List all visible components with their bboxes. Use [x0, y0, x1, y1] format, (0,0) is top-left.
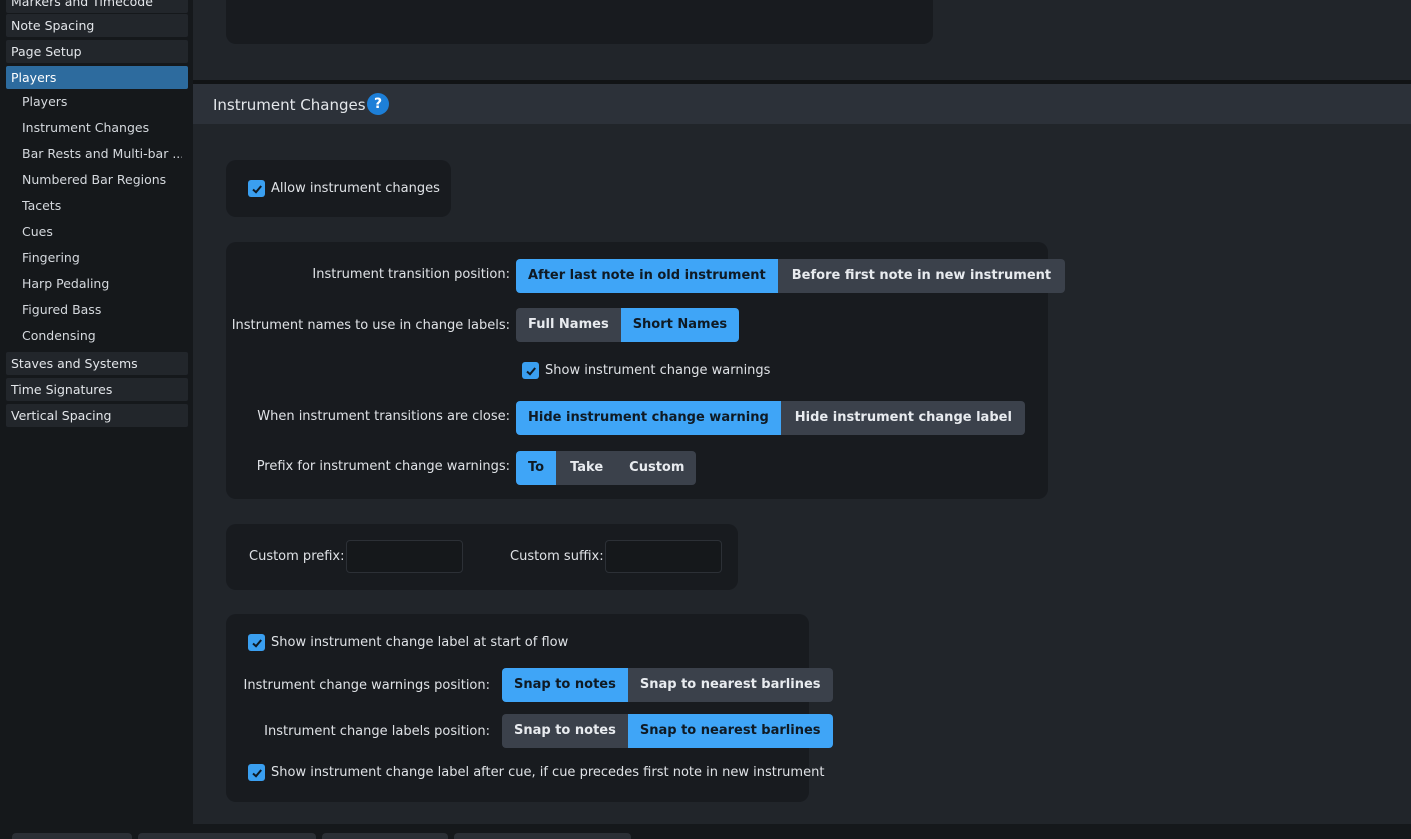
names-selector: Full Names Short Names: [516, 308, 740, 342]
prefix-selector: To Take Custom: [516, 451, 697, 485]
previous-section-panel: [226, 0, 933, 44]
labels-snap-to-barlines-button[interactable]: Snap to nearest barlines: [627, 714, 833, 748]
sidebar-subitem-players[interactable]: Players: [22, 92, 182, 112]
prefix-label: Prefix for instrument change warnings:: [256, 459, 510, 474]
allow-changes-panel: Allow instrument changes: [226, 160, 451, 217]
transition-position-selector: After last note in old instrument Before…: [516, 259, 1066, 293]
bottom-tab[interactable]: [138, 833, 316, 839]
sidebar-subitem-fingering[interactable]: Fingering: [22, 248, 182, 268]
checkmark-icon: [251, 768, 262, 778]
show-warnings-checkbox[interactable]: [522, 362, 539, 379]
sidebar-item-note-spacing[interactable]: Note Spacing: [6, 14, 188, 37]
checkmark-icon: [251, 638, 262, 648]
custom-prefix-label: Custom prefix:: [249, 549, 345, 564]
sidebar-subitem-tacets[interactable]: Tacets: [22, 196, 182, 216]
after-cue-label: Show instrument change label after cue, …: [271, 765, 825, 780]
custom-suffix-input[interactable]: [605, 540, 722, 573]
previous-section: [193, 0, 1411, 80]
start-of-flow-label: Show instrument change label at start of…: [271, 635, 569, 650]
labels-position-label: Instrument change labels position:: [264, 724, 490, 739]
warnings-snap-to-notes-button[interactable]: Snap to notes: [502, 668, 628, 702]
transition-before-first-note-button[interactable]: Before first note in new instrument: [777, 259, 1066, 293]
close-transitions-selector: Hide instrument change warning Hide inst…: [516, 401, 1025, 435]
custom-prefix-input[interactable]: [346, 540, 463, 573]
sidebar-item-markers-timecode[interactable]: Markers and Timecode: [6, 0, 188, 13]
bottom-tab[interactable]: [12, 833, 132, 839]
close-transitions-label: When instrument transitions are close:: [257, 409, 510, 424]
sidebar-subitem-numbered-bar-regions[interactable]: Numbered Bar Regions: [22, 170, 182, 190]
prefix-take-button[interactable]: Take: [556, 451, 618, 485]
label-position-panel: Show instrument change label at start of…: [226, 614, 833, 802]
prefix-to-button[interactable]: To: [516, 451, 557, 485]
transition-after-last-note-button[interactable]: After last note in old instrument: [516, 259, 778, 293]
sidebar-subitem-bar-rests[interactable]: Bar Rests and Multi-bar ...: [22, 144, 182, 164]
start-of-flow-checkbox[interactable]: [248, 634, 265, 651]
sidebar: Markers and Timecode Note Spacing Page S…: [0, 0, 193, 824]
sidebar-item-players[interactable]: Players: [6, 66, 188, 89]
allow-changes-label: Allow instrument changes: [271, 181, 440, 196]
help-icon[interactable]: ?: [367, 93, 389, 115]
allow-changes-checkbox[interactable]: [248, 180, 265, 197]
sidebar-subitem-figured-bass[interactable]: Figured Bass: [22, 300, 182, 320]
prefix-custom-button[interactable]: Custom: [617, 451, 697, 485]
instrument-options-panel: Instrument transition position: After la…: [226, 242, 1066, 499]
sidebar-item-time-signatures[interactable]: Time Signatures: [6, 378, 188, 401]
checkmark-icon: [251, 184, 262, 194]
warnings-position-label: Instrument change warnings position:: [243, 678, 490, 693]
labels-snap-to-notes-button[interactable]: Snap to notes: [502, 714, 628, 748]
after-cue-checkbox[interactable]: [248, 764, 265, 781]
checkmark-icon: [525, 366, 536, 376]
transition-position-label: Instrument transition position:: [312, 267, 510, 282]
section-title: Instrument Changes: [213, 96, 366, 114]
sidebar-subitem-harp-pedaling[interactable]: Harp Pedaling: [22, 274, 182, 294]
sidebar-item-staves-systems[interactable]: Staves and Systems: [6, 352, 188, 375]
bottom-bar: [0, 824, 1411, 839]
sidebar-subitem-instrument-changes[interactable]: Instrument Changes: [22, 118, 182, 138]
short-names-button[interactable]: Short Names: [620, 308, 740, 342]
warnings-position-selector: Snap to notes Snap to nearest barlines: [502, 668, 833, 702]
sidebar-subitem-cues[interactable]: Cues: [22, 222, 182, 242]
sidebar-subitem-condensing[interactable]: Condensing: [22, 326, 182, 346]
names-label: Instrument names to use in change labels…: [231, 318, 510, 333]
section-header: Instrument Changes ?: [193, 84, 1411, 124]
full-names-button[interactable]: Full Names: [516, 308, 621, 342]
bottom-tab[interactable]: [454, 833, 631, 839]
hide-label-button[interactable]: Hide instrument change label: [780, 401, 1025, 435]
main-content: Instrument Changes ? Allow instrument ch…: [193, 0, 1411, 824]
sidebar-item-vertical-spacing[interactable]: Vertical Spacing: [6, 404, 188, 427]
hide-warning-button[interactable]: Hide instrument change warning: [516, 401, 781, 435]
custom-affix-panel: Custom prefix: Custom suffix:: [226, 524, 738, 590]
warnings-snap-to-barlines-button[interactable]: Snap to nearest barlines: [627, 668, 833, 702]
labels-position-selector: Snap to notes Snap to nearest barlines: [502, 714, 833, 748]
sidebar-item-page-setup[interactable]: Page Setup: [6, 40, 188, 63]
show-warnings-label: Show instrument change warnings: [545, 363, 771, 378]
bottom-tab[interactable]: [322, 833, 448, 839]
custom-suffix-label: Custom suffix:: [510, 549, 604, 564]
